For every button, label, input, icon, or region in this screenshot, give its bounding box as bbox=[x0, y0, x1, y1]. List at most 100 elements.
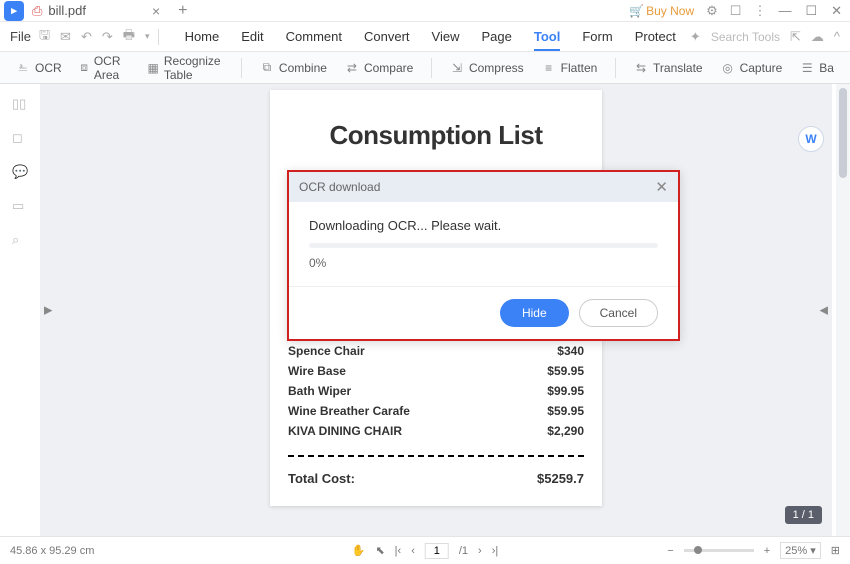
comment-icon[interactable]: 💬 bbox=[12, 164, 28, 180]
dialog-header: OCR download ✕ bbox=[289, 172, 678, 202]
search-icon[interactable]: ⌕ bbox=[12, 232, 28, 248]
compare-button[interactable]: ⇄Compare bbox=[339, 58, 419, 78]
recognize-table-button[interactable]: ▦Recognize Table bbox=[142, 51, 230, 85]
flatten-button[interactable]: ≡Flatten bbox=[536, 58, 604, 78]
table-row: Wine Breather Carafe$59.95 bbox=[288, 401, 584, 421]
compare-icon: ⇄ bbox=[345, 61, 359, 75]
tool-toolbar: ⎁OCR ⧈OCR Area ▦Recognize Table ⧉Combine… bbox=[0, 52, 850, 84]
total-value: $5259.7 bbox=[537, 471, 584, 486]
capture-button[interactable]: ◎Capture bbox=[715, 58, 789, 78]
flatten-icon: ≡ bbox=[542, 61, 556, 75]
batch-button[interactable]: ☰Ba bbox=[794, 58, 840, 78]
redo-icon[interactable]: ↷ bbox=[102, 29, 113, 45]
cancel-button[interactable]: Cancel bbox=[579, 299, 658, 327]
attachment-icon[interactable]: ▭ bbox=[12, 198, 28, 214]
share-icon[interactable]: ⇱ bbox=[790, 29, 801, 45]
user-icon[interactable]: ☐ bbox=[730, 3, 742, 19]
document-heading: Consumption List bbox=[288, 120, 584, 151]
compress-icon: ⇲ bbox=[450, 61, 464, 75]
menu-convert[interactable]: Convert bbox=[364, 29, 410, 45]
ocr-icon: ⎁ bbox=[16, 61, 30, 75]
maximize-icon[interactable]: ☐ bbox=[805, 3, 817, 19]
prev-page-icon[interactable]: ‹ bbox=[411, 545, 415, 557]
menu-comment[interactable]: Comment bbox=[286, 29, 342, 45]
compress-button[interactable]: ⇲Compress bbox=[444, 58, 530, 78]
tab-close-icon[interactable]: × bbox=[152, 3, 160, 19]
app-icon: ▸ bbox=[4, 1, 24, 21]
menu-home[interactable]: Home bbox=[185, 29, 220, 45]
total-row: Total Cost: $5259.7 bbox=[288, 471, 584, 486]
hand-tool-icon[interactable]: ✋ bbox=[352, 544, 366, 557]
zoom-out-icon[interactable]: − bbox=[667, 545, 673, 557]
zoom-in-icon[interactable]: + bbox=[764, 545, 770, 557]
capture-icon: ◎ bbox=[721, 61, 735, 75]
document-tab[interactable]: ⎙ bill.pdf × bbox=[24, 0, 168, 21]
divider bbox=[615, 58, 616, 78]
zoom-slider[interactable] bbox=[684, 549, 754, 552]
translate-icon: ⇆ bbox=[634, 61, 648, 75]
fit-page-icon[interactable]: ⊞ bbox=[831, 544, 840, 557]
tab-title: bill.pdf bbox=[48, 3, 86, 18]
new-tab-button[interactable]: + bbox=[178, 2, 187, 20]
kebab-icon[interactable]: ⋮ bbox=[753, 3, 766, 19]
first-page-icon[interactable]: |‹ bbox=[395, 545, 402, 557]
table-row: Spence Chair$340 bbox=[288, 341, 584, 361]
menu-tool[interactable]: Tool bbox=[534, 29, 560, 51]
combine-button[interactable]: ⧉Combine bbox=[254, 58, 333, 78]
status-bar: 45.86 x 95.29 cm ✋ ⬉ |‹ ‹ /1 › ›| − + 25… bbox=[0, 536, 850, 564]
divider-dashed bbox=[288, 455, 584, 457]
next-page-chevron[interactable]: ◀ bbox=[820, 304, 828, 317]
title-bar: ▸ ⎙ bill.pdf × + 🛒 Buy Now ⚙ ☐ ⋮ — ☐ ✕ bbox=[0, 0, 850, 22]
menu-bar: File 🖫 ✉ ↶ ↷ 🖶 ▾ Home Edit Comment Conve… bbox=[0, 22, 850, 52]
gift-icon[interactable]: ⚙ bbox=[706, 3, 718, 19]
progress-percent: 0% bbox=[309, 256, 658, 270]
search-tools-input[interactable]: Search Tools bbox=[711, 30, 780, 44]
close-window-icon[interactable]: ✕ bbox=[831, 3, 842, 19]
word-export-badge[interactable]: W bbox=[798, 126, 824, 152]
combine-icon: ⧉ bbox=[260, 61, 274, 75]
thumbnails-icon[interactable]: ▯▯ bbox=[12, 96, 28, 112]
table-row: KIVA DINING CHAIR$2,290 bbox=[288, 421, 584, 441]
table-icon: ▦ bbox=[148, 61, 159, 75]
undo-icon[interactable]: ↶ bbox=[81, 29, 92, 45]
buy-now-link[interactable]: 🛒 Buy Now bbox=[629, 4, 694, 18]
ocr-area-button[interactable]: ⧈OCR Area bbox=[74, 51, 136, 85]
vertical-scrollbar[interactable] bbox=[836, 84, 850, 536]
scrollbar-thumb[interactable] bbox=[839, 88, 847, 178]
zoom-level-select[interactable]: 25% ▾ bbox=[780, 542, 821, 559]
save-icon[interactable]: 🖫 bbox=[39, 26, 50, 48]
menu-protect[interactable]: Protect bbox=[635, 29, 676, 45]
collapse-icon[interactable]: ^ bbox=[834, 29, 840, 44]
page-number-input[interactable] bbox=[425, 543, 449, 559]
page-total: /1 bbox=[459, 545, 468, 557]
ocr-area-icon: ⧈ bbox=[80, 61, 89, 75]
last-page-icon[interactable]: ›| bbox=[492, 545, 499, 557]
next-page-icon[interactable]: › bbox=[478, 545, 482, 557]
file-menu[interactable]: File bbox=[10, 29, 31, 44]
prev-page-chevron[interactable]: ▶ bbox=[44, 304, 52, 317]
table-row: Wire Base$59.95 bbox=[288, 361, 584, 381]
print-icon[interactable]: 🖶 bbox=[123, 26, 135, 48]
dialog-message: Downloading OCR... Please wait. bbox=[309, 218, 658, 233]
dialog-close-icon[interactable]: ✕ bbox=[655, 178, 668, 196]
side-panel: ▯▯ ◻ 💬 ▭ ⌕ bbox=[0, 84, 40, 536]
translate-button[interactable]: ⇆Translate bbox=[628, 58, 709, 78]
dropdown-icon[interactable]: ▾ bbox=[145, 31, 150, 42]
menu-page[interactable]: Page bbox=[482, 29, 512, 45]
mail-icon[interactable]: ✉ bbox=[60, 29, 71, 45]
ocr-button[interactable]: ⎁OCR bbox=[10, 58, 68, 78]
minimize-icon[interactable]: — bbox=[778, 3, 791, 19]
cursor-coordinates: 45.86 x 95.29 cm bbox=[10, 545, 94, 557]
wand-icon[interactable]: ✦ bbox=[690, 29, 701, 45]
total-label: Total Cost: bbox=[288, 471, 355, 486]
progress-bar bbox=[309, 243, 658, 248]
table-row: Bath Wiper$99.95 bbox=[288, 381, 584, 401]
menu-form[interactable]: Form bbox=[582, 29, 612, 45]
select-tool-icon[interactable]: ⬉ bbox=[375, 544, 384, 557]
menu-view[interactable]: View bbox=[432, 29, 460, 45]
hide-button[interactable]: Hide bbox=[500, 299, 569, 327]
cloud-icon[interactable]: ☁ bbox=[811, 29, 824, 45]
bookmark-icon[interactable]: ◻ bbox=[12, 130, 28, 146]
dialog-title: OCR download bbox=[299, 180, 380, 194]
menu-edit[interactable]: Edit bbox=[241, 29, 263, 45]
